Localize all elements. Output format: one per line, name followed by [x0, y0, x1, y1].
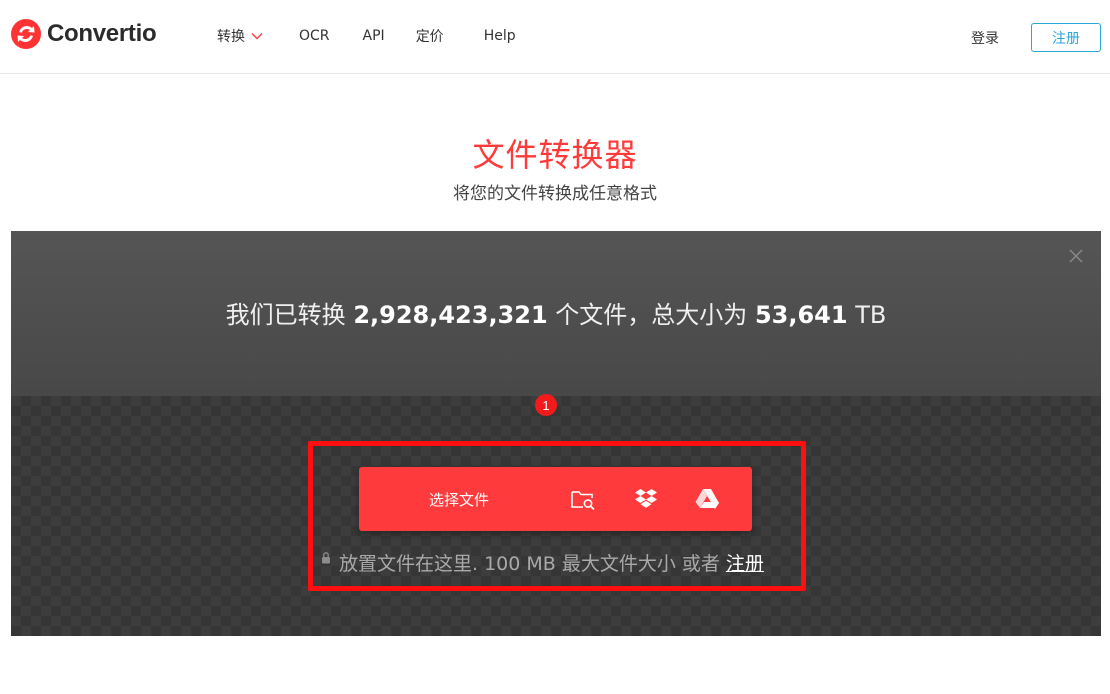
choose-files-label: 选择文件 — [429, 491, 490, 509]
nav-help-label: Help — [483, 28, 516, 44]
choose-files-button[interactable]: 选择文件 — [359, 467, 752, 531]
nav-convert-label: 转换 — [217, 29, 245, 45]
page-title: 文件转换器 — [472, 136, 638, 174]
convertio-logo-icon — [11, 19, 41, 49]
stats-unit: TB — [855, 301, 887, 329]
nav-pricing[interactable]: 定价 — [416, 26, 444, 46]
folder-search-icon[interactable] — [570, 486, 596, 512]
nav-pricing-label: 定价 — [415, 29, 444, 45]
lock-icon — [322, 552, 330, 564]
login-link[interactable]: 登录 — [971, 28, 999, 48]
nav-ocr[interactable]: OCR — [299, 28, 330, 44]
nav-api-label: API — [362, 28, 385, 44]
drop-hint: 放置文件在这里. 100 MB 最大文件大小 或者 注册 — [321, 549, 764, 576]
upload-panel: 我们已转换 2,928,423,321 个文件，总大小为 53,641 TB 1… — [11, 231, 1101, 636]
top-header: Convertio 转换 OCR API 定价 Help 登录 注册 — [0, 0, 1110, 74]
brand-name: Convertio — [47, 20, 157, 47]
stats-files-count: 2,928,423,321 — [353, 301, 548, 329]
step-number-badge: 1 — [535, 394, 557, 416]
signup-button[interactable]: 注册 — [1031, 23, 1101, 52]
stats-middle: 个文件，总大小为 — [555, 301, 748, 329]
close-icon[interactable] — [1068, 248, 1084, 264]
google-drive-icon[interactable] — [694, 486, 720, 512]
main-nav: 转换 OCR API 定价 Help — [217, 26, 516, 46]
nav-api[interactable]: API — [363, 28, 385, 44]
stats-prefix: 我们已转换 — [225, 301, 346, 329]
stats-total-size: 53,641 — [754, 301, 848, 329]
nav-ocr-label: OCR — [299, 28, 330, 44]
page-subtitle: 将您的文件转换成任意格式 — [453, 184, 657, 204]
chevron-down-icon — [251, 33, 263, 40]
drop-hint-text: 放置文件在这里. 100 MB 最大文件大小 或者 — [339, 553, 720, 575]
dropbox-icon[interactable] — [633, 486, 659, 512]
conversion-stats: 我们已转换 2,928,423,321 个文件，总大小为 53,641 TB — [11, 295, 1101, 330]
convertio-logo[interactable]: Convertio — [10, 18, 157, 50]
nav-help[interactable]: Help — [484, 28, 516, 44]
nav-convert[interactable]: 转换 — [217, 26, 263, 46]
drop-hint-signup-link[interactable]: 注册 — [726, 549, 764, 576]
